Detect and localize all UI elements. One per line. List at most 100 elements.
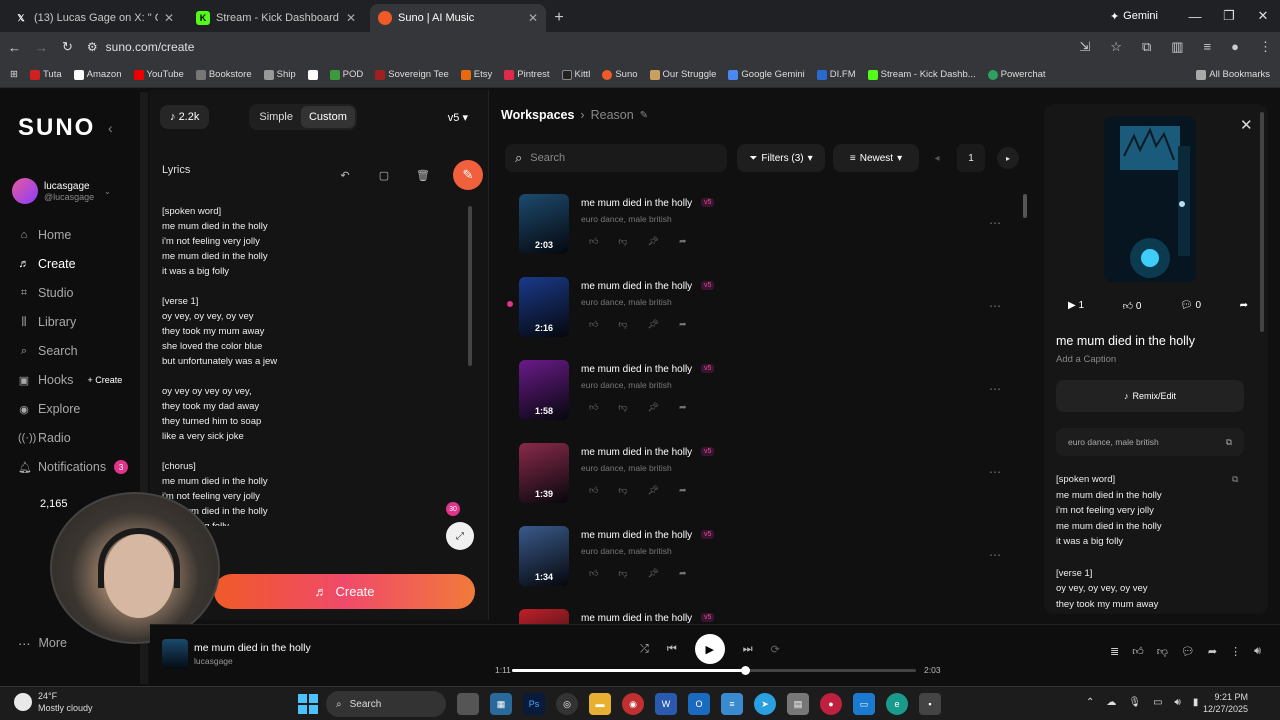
song-thumbnail[interactable]: 2:16: [519, 277, 569, 337]
lyrics-scrollbar[interactable]: [468, 206, 472, 366]
extensions-icon[interactable]: ⧉: [1142, 39, 1151, 55]
sidebar-item-home[interactable]: ⌂ Home: [18, 226, 128, 244]
bookmark-item[interactable]: YouTube: [133, 69, 184, 80]
progress-bar[interactable]: [512, 666, 916, 675]
bookmark-item[interactable]: Etsy: [460, 69, 492, 80]
song-list-scrollbar[interactable]: [1023, 194, 1027, 218]
close-tab-icon[interactable]: ✕: [164, 11, 174, 25]
previous-icon[interactable]: ⏮: [667, 643, 677, 656]
comment-icon[interactable]: 💬︎: [1181, 645, 1195, 658]
add-caption-link[interactable]: Add a Caption: [1056, 354, 1116, 365]
breadcrumb-workspaces[interactable]: Workspaces: [501, 108, 574, 122]
song-row[interactable]: 1:39 me mum died in the holly v5 euro dance…: [489, 437, 1037, 520]
like-button[interactable]: 👍︎ 0: [1123, 300, 1142, 312]
app-icon[interactable]: ●: [820, 693, 842, 715]
play-button[interactable]: ▶: [694, 634, 725, 664]
next-icon[interactable]: ⏭: [743, 643, 753, 656]
bookmark-item[interactable]: Ship: [263, 69, 296, 80]
share-icon[interactable]: ➦: [1208, 645, 1217, 658]
sidebar-item-create[interactable]: ♬ Create: [18, 255, 128, 273]
dislike-icon[interactable]: 👎︎: [1157, 645, 1168, 658]
share-icon[interactable]: ➦: [679, 319, 687, 330]
song-title[interactable]: me mum died in the holly: [581, 613, 692, 624]
sidebar-item-explore[interactable]: ◉ Explore: [18, 400, 128, 418]
progress-knob[interactable]: [741, 666, 751, 675]
app-icon[interactable]: ▤: [787, 693, 809, 715]
menu-icon[interactable]: ⋮: [1259, 39, 1272, 55]
lyrics-textarea[interactable]: [spoken word] me mum died in the holly i…: [162, 204, 462, 526]
shuffle-icon[interactable]: ⤮: [640, 643, 649, 656]
install-icon[interactable]: ⇲: [1079, 39, 1090, 55]
site-info-icon[interactable]: ⚙: [87, 40, 98, 54]
volume-icon[interactable]: 🔊︎: [1254, 645, 1261, 658]
bookmark-item[interactable]: Suno: [602, 69, 638, 80]
browser-tab-x[interactable]: 𝕏 (13) Lucas Gage on X: " Cring ✕: [6, 4, 182, 32]
close-icon[interactable]: ✕: [1240, 116, 1253, 134]
song-thumbnail[interactable]: 1:34: [519, 526, 569, 586]
undo-icon[interactable]: ↶: [336, 166, 354, 184]
trash-icon[interactable]: 🗑︎: [414, 166, 432, 184]
minimize-button[interactable]: —: [1178, 9, 1212, 24]
obs-icon[interactable]: ◎: [556, 693, 578, 715]
sidebar-item-library[interactable]: ⫼ Library: [18, 313, 128, 331]
queue-icon[interactable]: ≣: [1110, 645, 1119, 658]
app-icon[interactable]: ▭: [853, 693, 875, 715]
song-title[interactable]: me mum died in the holly: [581, 281, 692, 292]
credits-pill[interactable]: ♪ 2.2k: [160, 105, 210, 129]
notepad-icon[interactable]: ≡: [721, 693, 743, 715]
page-number[interactable]: 1: [957, 144, 985, 172]
telegram-icon[interactable]: ➤: [754, 693, 776, 715]
collapse-sidebar-icon[interactable]: ‹: [108, 120, 113, 136]
close-window-button[interactable]: ✕: [1246, 8, 1280, 24]
bookmark-item[interactable]: Stream - Kick Dashb...: [867, 69, 976, 80]
file-explorer-icon[interactable]: ▬: [589, 693, 611, 715]
bookmark-star-icon[interactable]: ☆: [1110, 39, 1122, 55]
song-thumbnail[interactable]: 2:03: [519, 194, 569, 254]
share-icon[interactable]: ➦: [679, 568, 687, 579]
more-options-icon[interactable]: ⋯: [989, 299, 1001, 313]
bookmark-item[interactable]: Google Gemini: [728, 69, 805, 80]
pin-icon[interactable]: 📌︎: [648, 485, 659, 496]
calculator-icon[interactable]: ▦: [490, 693, 512, 715]
like-icon[interactable]: 👍︎: [589, 402, 598, 413]
like-icon[interactable]: 👍︎: [589, 319, 598, 330]
like-icon[interactable]: 👍︎: [589, 568, 598, 579]
share-icon[interactable]: ➦: [1240, 300, 1248, 312]
mode-custom-button[interactable]: Custom: [300, 106, 355, 128]
song-row[interactable]: 2:03 me mum died in the holly v5 euro dance…: [489, 188, 1037, 271]
word-icon[interactable]: W: [655, 693, 677, 715]
back-icon[interactable]: ←: [8, 40, 21, 55]
bookmark-item[interactable]: DI.FM: [816, 69, 856, 80]
user-profile[interactable]: lucasgage @lucasgage ⌄: [12, 178, 111, 204]
like-icon[interactable]: 👍︎: [589, 485, 598, 496]
player-artist[interactable]: lucasgage: [194, 656, 233, 666]
copy-lyrics-icon[interactable]: ⧉: [1232, 474, 1238, 485]
weather-widget[interactable]: 24°F Mostly cloudy: [14, 690, 93, 714]
bookmark-item[interactable]: Sovereign Tee: [375, 69, 449, 80]
expand-icon[interactable]: ▢: [375, 166, 393, 184]
volume-icon[interactable]: 🔊︎: [1175, 697, 1181, 708]
pin-icon[interactable]: 📌︎: [648, 236, 659, 247]
close-tab-icon[interactable]: ✕: [346, 11, 356, 25]
bookmark-item[interactable]: POD: [329, 69, 363, 80]
detail-scrollbar[interactable]: [1260, 112, 1264, 332]
pin-icon[interactable]: 📌︎: [648, 402, 659, 413]
edit-pencil-icon[interactable]: ✎: [640, 110, 648, 121]
sidebar-more[interactable]: ⋯ More: [18, 636, 67, 651]
browser-tab-suno[interactable]: Suno | AI Music ✕: [370, 4, 546, 32]
taskbar-search[interactable]: ⌕ Search: [326, 691, 446, 717]
song-title[interactable]: me mum died in the holly: [581, 198, 692, 209]
bookmark-item[interactable]: Tuta: [29, 69, 62, 80]
onedrive-icon[interactable]: ☁: [1106, 697, 1116, 708]
comment-button[interactable]: 💬︎ 0: [1180, 300, 1201, 312]
more-options-icon[interactable]: ⋯: [989, 548, 1001, 562]
pin-icon[interactable]: 📌︎: [648, 319, 659, 330]
bookmark-item[interactable]: Kittl: [561, 69, 590, 80]
hooks-create-button[interactable]: + Create: [87, 375, 122, 385]
network-icon[interactable]: ▭: [1153, 697, 1162, 708]
repeat-icon[interactable]: ⟳: [771, 643, 780, 656]
song-thumbnail[interactable]: 1:58: [519, 360, 569, 420]
microphone-icon[interactable]: 🎙︎: [1128, 697, 1141, 708]
play-count-button[interactable]: ▶ 1: [1068, 300, 1084, 312]
bookmark-item[interactable]: Our Struggle: [649, 69, 716, 80]
